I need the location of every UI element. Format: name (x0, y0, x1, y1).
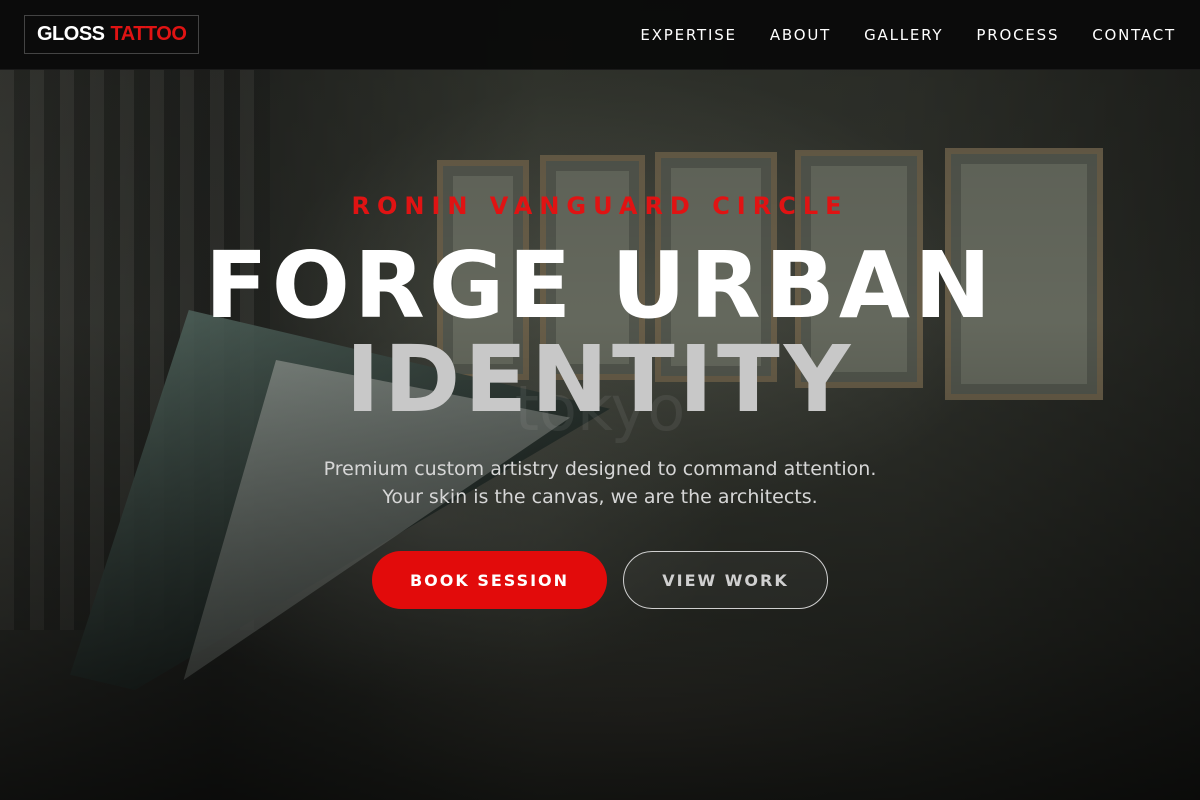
hero-title-line2: IDENTITY (345, 326, 855, 433)
hero-content: RONIN VANGUARD CIRCLE FORGE URBAN IDENTI… (0, 0, 1200, 800)
hero-title-line1: FORGE URBAN (204, 232, 996, 339)
book-session-button[interactable]: BOOK SESSION (372, 551, 607, 609)
hero-subtitle: Premium custom artistry designed to comm… (323, 458, 877, 508)
view-work-button[interactable]: VIEW WORK (623, 551, 828, 609)
hero-eyebrow: RONIN VANGUARD CIRCLE (351, 192, 849, 220)
